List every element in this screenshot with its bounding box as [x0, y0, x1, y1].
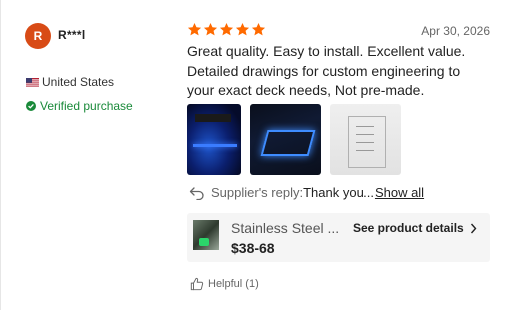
us-flag-icon	[26, 77, 39, 87]
country-label: United States	[42, 75, 115, 89]
verified-badge: Verified purchase	[26, 99, 133, 113]
product-card[interactable]: Stainless Steel ... $38-68 See product d…	[187, 213, 490, 262]
product-title: Stainless Steel ...	[231, 220, 340, 236]
star-icon	[219, 22, 234, 36]
helpful-label: Helpful (1)	[208, 278, 259, 290]
review-date: Apr 30, 2026	[421, 24, 490, 38]
supplier-reply: Supplier's reply: Thank you ... Show all	[189, 185, 424, 200]
reply-arrow-icon	[189, 186, 204, 200]
review-photo[interactable]	[187, 104, 241, 175]
verified-label: Verified purchase	[40, 99, 133, 113]
star-icon	[203, 22, 218, 36]
show-all-link[interactable]: Show all	[375, 185, 424, 200]
star-icon	[251, 22, 266, 36]
product-price: $38-68	[231, 240, 275, 256]
reviewer-name: R***l	[58, 28, 86, 42]
reviewer-country: United States	[26, 75, 114, 89]
helpful-button[interactable]: Helpful (1)	[190, 277, 259, 291]
chevron-right-icon	[470, 223, 477, 233]
left-divider	[0, 0, 1, 310]
product-thumbnail	[193, 220, 219, 250]
avatar: R	[25, 23, 51, 49]
review-body: Great quality. Easy to install. Excellen…	[187, 43, 466, 98]
review-photos	[187, 104, 401, 175]
review-photo[interactable]	[330, 104, 401, 175]
star-rating	[187, 22, 266, 37]
review-photo[interactable]	[250, 104, 321, 175]
star-icon	[235, 22, 250, 36]
avatar-letter: R	[33, 29, 43, 43]
reply-label: Supplier's reply:	[211, 185, 304, 200]
see-details-label: See product details	[353, 221, 464, 235]
thumbs-up-icon	[190, 277, 204, 291]
reply-text: Thank you	[303, 185, 364, 200]
star-icon	[187, 22, 202, 36]
see-product-details-link[interactable]: See product details	[353, 221, 477, 235]
verified-check-icon	[26, 101, 36, 111]
reply-ellipsis: ...	[363, 185, 374, 200]
